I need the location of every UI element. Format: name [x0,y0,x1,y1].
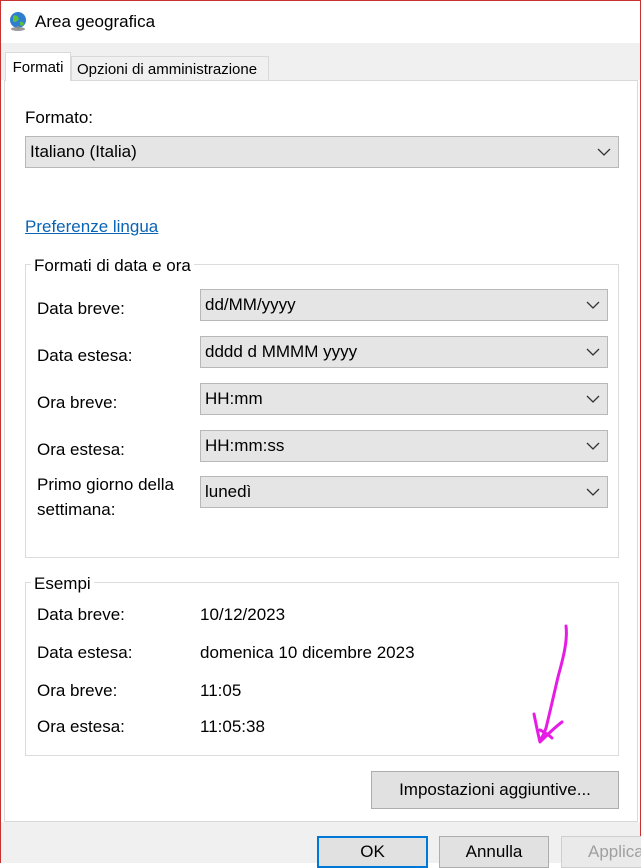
ok-button[interactable]: OK [317,836,428,868]
tab-formati[interactable]: Formati [5,52,71,81]
example-short-date-label: Data breve: [37,605,125,624]
globe-icon [10,12,26,31]
long-time-value: HH:mm:ss [205,436,285,455]
long-date-value: dddd d MMMM yyyy [205,342,358,361]
short-date-label: Data breve: [37,299,125,318]
short-date-value: dd/MM/yyyy [205,295,296,314]
format-value: Italiano (Italia) [30,142,137,161]
date-time-formats-title: Formati di data e ora [31,256,194,276]
additional-settings-button[interactable]: Impostazioni aggiuntive... [371,771,619,809]
chevron-down-icon [586,395,600,403]
format-label: Formato: [25,108,94,127]
short-time-value: HH:mm [205,389,263,408]
short-date-dropdown[interactable]: dd/MM/yyyy [200,289,608,321]
long-date-label: Data estesa: [37,346,133,365]
tab-opzioni-amministrazione[interactable]: Opzioni di amministrazione [71,56,269,81]
example-short-time-label: Ora breve: [37,681,118,700]
long-date-dropdown[interactable]: dddd d MMMM yyyy [200,336,608,368]
chevron-down-icon [586,488,600,496]
annotation-arrow-icon [532,624,568,744]
long-time-dropdown[interactable]: HH:mm:ss [200,430,608,462]
example-long-date-label: Data estesa: [37,643,133,662]
first-day-dropdown[interactable]: lunedì [200,476,608,508]
apply-button[interactable]: Applica [561,836,641,868]
long-time-label: Ora estesa: [37,440,125,459]
first-day-label-line1: Primo giorno della [37,475,175,494]
example-long-time-label: Ora estesa: [37,717,125,736]
cancel-button[interactable]: Annulla [439,836,549,868]
short-time-dropdown[interactable]: HH:mm [200,383,608,415]
window-title: Area geografica [35,12,156,31]
chevron-down-icon [586,301,600,309]
example-short-date-value: 10/12/2023 [200,605,286,624]
first-day-value: lunedì [205,482,252,501]
language-preferences-link[interactable]: Preferenze lingua [25,217,158,237]
examples-title: Esempi [31,574,94,594]
first-day-label-line2: settimana: [37,500,116,519]
short-time-label: Ora breve: [37,393,118,412]
tab-strip: Formati Opzioni di amministrazione [1,43,640,81]
format-dropdown[interactable]: Italiano (Italia) [25,136,619,168]
chevron-down-icon [586,442,600,450]
example-short-time-value: 11:05 [200,681,242,700]
example-long-time-value: 11:05:38 [200,717,265,736]
title-bar: Area geografica [1,1,640,43]
chevron-down-icon [597,148,611,156]
example-long-date-value: domenica 10 dicembre 2023 [200,643,415,662]
chevron-down-icon [586,348,600,356]
